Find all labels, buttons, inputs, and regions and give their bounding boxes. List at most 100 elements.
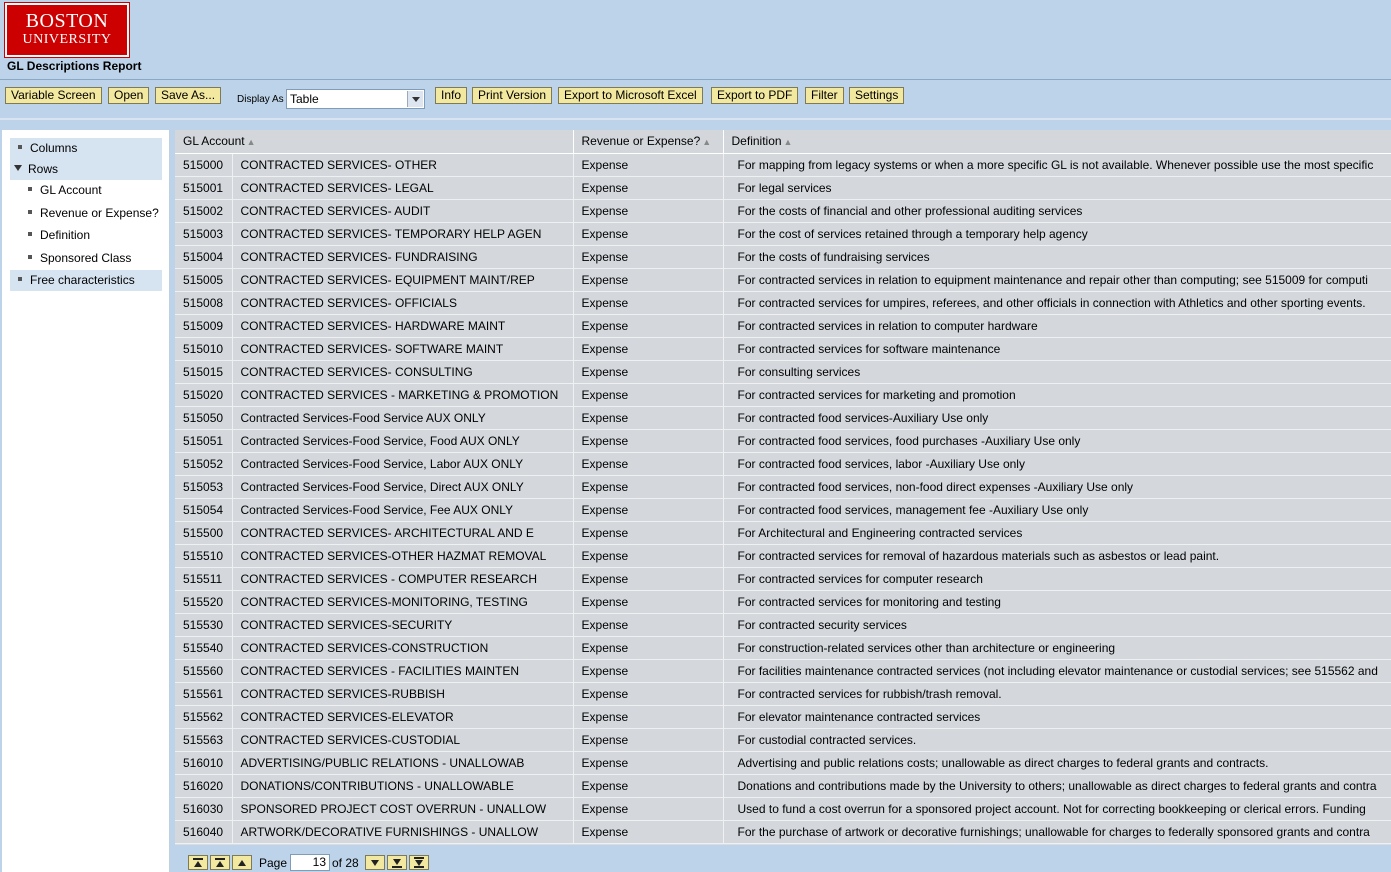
cell-revenue-or-expense[interactable]: Expense: [573, 245, 724, 269]
cell-gl-description[interactable]: CONTRACTED SERVICES- OFFICIALS: [232, 291, 574, 315]
cell-gl-description[interactable]: ARTWORK/DECORATIVE FURNISHINGS - UNALLOW: [232, 820, 574, 844]
header-definition[interactable]: Definition ▲: [723, 130, 1391, 154]
previous-page-button[interactable]: [232, 855, 252, 870]
cell-definition[interactable]: For contracted services for computer res…: [723, 567, 1391, 591]
cell-gl-account[interactable]: 516010: [175, 751, 233, 775]
cell-gl-account[interactable]: 515054: [175, 498, 233, 522]
cell-revenue-or-expense[interactable]: Expense: [573, 406, 724, 430]
settings-button[interactable]: Settings: [849, 87, 905, 104]
cell-definition[interactable]: For contracted services for monitoring a…: [723, 590, 1391, 614]
nav-free-characteristics[interactable]: Free characteristics: [10, 270, 162, 291]
cell-definition[interactable]: For contracted food services-Auxiliary U…: [723, 406, 1391, 430]
cell-gl-description[interactable]: DONATIONS/CONTRIBUTIONS - UNALLOWABLE: [232, 774, 574, 798]
cell-revenue-or-expense[interactable]: Expense: [573, 820, 724, 844]
cell-revenue-or-expense[interactable]: Expense: [573, 774, 724, 798]
cell-revenue-or-expense[interactable]: Expense: [573, 199, 724, 223]
nav-columns[interactable]: Columns: [10, 138, 162, 159]
cell-gl-description[interactable]: CONTRACTED SERVICES-ELEVATOR: [232, 705, 574, 729]
cell-gl-account[interactable]: 515000: [175, 153, 233, 177]
cell-gl-description[interactable]: ADVERTISING/PUBLIC RELATIONS - UNALLOWAB: [232, 751, 574, 775]
cell-revenue-or-expense[interactable]: Expense: [573, 268, 724, 292]
nav-revenue-or-expense[interactable]: Revenue or Expense?: [28, 203, 168, 224]
chevron-down-icon[interactable]: [407, 91, 423, 107]
cell-gl-description[interactable]: CONTRACTED SERVICES-RUBBISH: [232, 682, 574, 706]
cell-definition[interactable]: For contracted services for umpires, ref…: [723, 291, 1391, 315]
page-down-fast-button[interactable]: [387, 855, 407, 870]
cell-gl-account[interactable]: 515002: [175, 199, 233, 223]
cell-gl-description[interactable]: Contracted Services-Food Service, Food A…: [232, 429, 574, 453]
variable-screen-button[interactable]: Variable Screen: [5, 87, 102, 104]
cell-definition[interactable]: For the purchase of artwork or decorativ…: [723, 820, 1391, 844]
cell-definition[interactable]: For the costs of fundraising services: [723, 245, 1391, 269]
header-gl-account[interactable]: GL Account ▲: [175, 130, 574, 154]
cell-gl-description[interactable]: CONTRACTED SERVICES - COMPUTER RESEARCH: [232, 567, 574, 591]
cell-gl-account[interactable]: 515020: [175, 383, 233, 407]
cell-gl-description[interactable]: CONTRACTED SERVICES- AUDIT: [232, 199, 574, 223]
cell-definition[interactable]: For contracted food services, food purch…: [723, 429, 1391, 453]
nav-definition[interactable]: Definition: [28, 225, 162, 246]
cell-gl-account[interactable]: 516020: [175, 774, 233, 798]
cell-gl-account[interactable]: 515530: [175, 613, 233, 637]
cell-revenue-or-expense[interactable]: Expense: [573, 636, 724, 660]
cell-gl-account[interactable]: 515008: [175, 291, 233, 315]
save-as-button[interactable]: Save As...: [155, 87, 222, 104]
cell-definition[interactable]: For the costs of financial and other pro…: [723, 199, 1391, 223]
cell-gl-description[interactable]: Contracted Services-Food Service AUX ONL…: [232, 406, 574, 430]
cell-gl-account[interactable]: 515004: [175, 245, 233, 269]
cell-revenue-or-expense[interactable]: Expense: [573, 590, 724, 614]
cell-revenue-or-expense[interactable]: Expense: [573, 659, 724, 683]
cell-definition[interactable]: For contracted services for removal of h…: [723, 544, 1391, 568]
cell-gl-description[interactable]: CONTRACTED SERVICES-CUSTODIAL: [232, 728, 574, 752]
first-page-button[interactable]: [188, 855, 208, 870]
cell-gl-description[interactable]: CONTRACTED SERVICES- HARDWARE MAINT: [232, 314, 574, 338]
display-as-select[interactable]: Table: [286, 89, 425, 109]
cell-gl-account[interactable]: 515500: [175, 521, 233, 545]
cell-gl-description[interactable]: CONTRACTED SERVICES - FACILITIES MAINTEN: [232, 659, 574, 683]
cell-definition[interactable]: For contracted food services, labor -Aux…: [723, 452, 1391, 476]
cell-definition[interactable]: For contracted food services, non-food d…: [723, 475, 1391, 499]
cell-definition[interactable]: For contracted services for rubbish/tras…: [723, 682, 1391, 706]
cell-gl-account[interactable]: 515511: [175, 567, 233, 591]
page-number-input[interactable]: 13: [290, 854, 330, 871]
cell-gl-account[interactable]: 515510: [175, 544, 233, 568]
cell-revenue-or-expense[interactable]: Expense: [573, 544, 724, 568]
cell-definition[interactable]: For contracted services in relation to e…: [723, 268, 1391, 292]
cell-gl-account[interactable]: 515053: [175, 475, 233, 499]
last-page-button[interactable]: [409, 855, 429, 870]
cell-gl-description[interactable]: CONTRACTED SERVICES- TEMPORARY HELP AGEN: [232, 222, 574, 246]
cell-gl-description[interactable]: CONTRACTED SERVICES- CONSULTING: [232, 360, 574, 384]
cell-revenue-or-expense[interactable]: Expense: [573, 705, 724, 729]
cell-revenue-or-expense[interactable]: Expense: [573, 452, 724, 476]
cell-definition[interactable]: Advertising and public relations costs; …: [723, 751, 1391, 775]
sort-icon[interactable]: ▲: [784, 137, 793, 147]
open-button[interactable]: Open: [108, 87, 150, 104]
cell-revenue-or-expense[interactable]: Expense: [573, 521, 724, 545]
next-page-button[interactable]: [365, 855, 385, 870]
cell-gl-account[interactable]: 516030: [175, 797, 233, 821]
cell-definition[interactable]: For facilities maintenance contracted se…: [723, 659, 1391, 683]
cell-definition[interactable]: For construction-related services other …: [723, 636, 1391, 660]
nav-sponsored-class[interactable]: Sponsored Class: [28, 248, 162, 269]
cell-gl-account[interactable]: 515562: [175, 705, 233, 729]
cell-revenue-or-expense[interactable]: Expense: [573, 797, 724, 821]
cell-definition[interactable]: For the cost of services retained throug…: [723, 222, 1391, 246]
cell-revenue-or-expense[interactable]: Expense: [573, 682, 724, 706]
header-revenue-or-expense[interactable]: Revenue or Expense? ▲: [573, 130, 724, 154]
cell-gl-description[interactable]: SPONSORED PROJECT COST OVERRUN - UNALLOW: [232, 797, 574, 821]
cell-revenue-or-expense[interactable]: Expense: [573, 383, 724, 407]
cell-definition[interactable]: For contracted security services: [723, 613, 1391, 637]
cell-gl-account[interactable]: 515005: [175, 268, 233, 292]
cell-gl-description[interactable]: Contracted Services-Food Service, Fee AU…: [232, 498, 574, 522]
cell-gl-account[interactable]: 515560: [175, 659, 233, 683]
cell-gl-account[interactable]: 515052: [175, 452, 233, 476]
cell-gl-account[interactable]: 515051: [175, 429, 233, 453]
cell-revenue-or-expense[interactable]: Expense: [573, 222, 724, 246]
cell-gl-account[interactable]: 515563: [175, 728, 233, 752]
cell-definition[interactable]: For legal services: [723, 176, 1391, 200]
cell-revenue-or-expense[interactable]: Expense: [573, 153, 724, 177]
sort-icon[interactable]: ▲: [247, 137, 256, 147]
cell-definition[interactable]: For consulting services: [723, 360, 1391, 384]
cell-gl-account[interactable]: 515010: [175, 337, 233, 361]
cell-definition[interactable]: For custodial contracted services.: [723, 728, 1391, 752]
cell-definition[interactable]: For contracted services for software mai…: [723, 337, 1391, 361]
